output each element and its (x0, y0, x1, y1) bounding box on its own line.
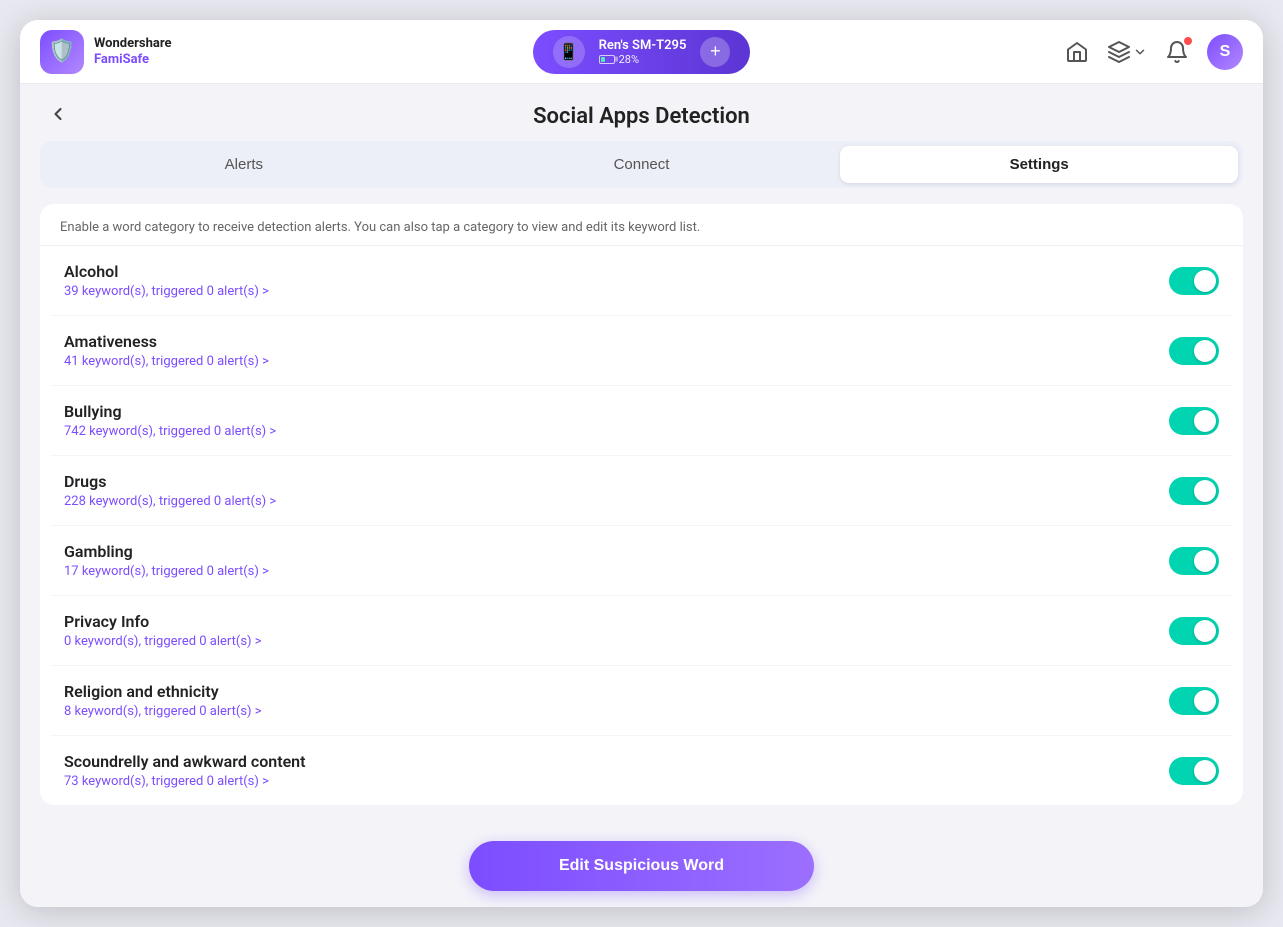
device-info: Ren's SM-T295 28% (599, 38, 687, 66)
categories-list: Alcohol 39 keyword(s), triggered 0 alert… (40, 246, 1243, 805)
category-meta-gambling[interactable]: 17 keyword(s), triggered 0 alert(s) > (64, 564, 269, 579)
category-meta-religion[interactable]: 8 keyword(s), triggered 0 alert(s) > (64, 704, 262, 719)
toggle-gambling[interactable] (1169, 547, 1219, 575)
brand-icon: 🛡️ (40, 30, 84, 74)
add-device-button[interactable]: + (700, 37, 730, 67)
device-battery: 28% (599, 53, 639, 66)
back-button[interactable] (40, 100, 76, 134)
category-name-drugs: Drugs (64, 472, 276, 491)
toggle-bullying[interactable] (1169, 407, 1219, 435)
brand-name: Wondershare (94, 36, 171, 52)
category-name-scoundrelly: Scoundrelly and awkward content (64, 752, 306, 771)
user-avatar-button[interactable]: S (1207, 34, 1243, 70)
category-meta-privacy[interactable]: 0 keyword(s), triggered 0 alert(s) > (64, 634, 262, 649)
device-pill[interactable]: 📱 Ren's SM-T295 28% + (533, 30, 751, 74)
tabs-container: Alerts Connect Settings (40, 141, 1243, 188)
category-info-drugs: Drugs 228 keyword(s), triggered 0 alert(… (64, 472, 276, 509)
category-info-religion: Religion and ethnicity 8 keyword(s), tri… (64, 682, 262, 719)
category-name-amativeness: Amativeness (64, 332, 269, 351)
category-name-bullying: Bullying (64, 402, 276, 421)
battery-level: 28% (619, 53, 639, 66)
category-meta-bullying[interactable]: 742 keyword(s), triggered 0 alert(s) > (64, 424, 276, 439)
device-icon: 📱 (553, 36, 585, 68)
toggle-religion[interactable] (1169, 687, 1219, 715)
bottom-bar: Edit Suspicious Word (20, 825, 1263, 907)
layers-button[interactable] (1107, 40, 1147, 64)
brand: 🛡️ Wondershare FamiSafe (40, 30, 441, 74)
category-info-alcohol: Alcohol 39 keyword(s), triggered 0 alert… (64, 262, 269, 299)
brand-text: Wondershare FamiSafe (94, 36, 171, 67)
page-header: Social Apps Detection (40, 84, 1243, 141)
category-name-alcohol: Alcohol (64, 262, 269, 281)
tab-settings[interactable]: Settings (840, 146, 1238, 183)
category-name-gambling: Gambling (64, 542, 269, 561)
toggle-amativeness[interactable] (1169, 337, 1219, 365)
settings-panel: Enable a word category to receive detect… (40, 204, 1243, 805)
category-meta-scoundrelly[interactable]: 73 keyword(s), triggered 0 alert(s) > (64, 774, 306, 789)
category-info-scoundrelly: Scoundrelly and awkward content 73 keywo… (64, 752, 306, 789)
category-item[interactable]: Bullying 742 keyword(s), triggered 0 ale… (50, 386, 1233, 456)
notification-badge (1184, 37, 1192, 45)
category-info-gambling: Gambling 17 keyword(s), triggered 0 aler… (64, 542, 269, 579)
category-name-religion: Religion and ethnicity (64, 682, 262, 701)
category-meta-amativeness[interactable]: 41 keyword(s), triggered 0 alert(s) > (64, 354, 269, 369)
layers-icon (1107, 40, 1131, 64)
brand-product: FamiSafe (94, 52, 171, 68)
battery-icon (599, 55, 615, 64)
device-name: Ren's SM-T295 (599, 38, 687, 53)
category-info-bullying: Bullying 742 keyword(s), triggered 0 ale… (64, 402, 276, 439)
home-button[interactable] (1065, 40, 1089, 64)
category-item[interactable]: Religion and ethnicity 8 keyword(s), tri… (50, 666, 1233, 736)
category-info-amativeness: Amativeness 41 keyword(s), triggered 0 a… (64, 332, 269, 369)
category-item[interactable]: Alcohol 39 keyword(s), triggered 0 alert… (50, 246, 1233, 316)
category-name-privacy: Privacy Info (64, 612, 262, 631)
navbar-center: 📱 Ren's SM-T295 28% + (441, 30, 842, 74)
category-info-privacy: Privacy Info 0 keyword(s), triggered 0 a… (64, 612, 262, 649)
toggle-privacy[interactable] (1169, 617, 1219, 645)
toggle-scoundrelly[interactable] (1169, 757, 1219, 785)
category-item[interactable]: Amativeness 41 keyword(s), triggered 0 a… (50, 316, 1233, 386)
back-icon (48, 104, 68, 124)
category-item[interactable]: Scoundrelly and awkward content 73 keywo… (50, 736, 1233, 805)
page-title: Social Apps Detection (40, 104, 1243, 129)
toggle-alcohol[interactable] (1169, 267, 1219, 295)
edit-suspicious-word-button[interactable]: Edit Suspicious Word (469, 841, 814, 891)
notifications-button[interactable] (1165, 40, 1189, 64)
navbar: 🛡️ Wondershare FamiSafe 📱 Ren's SM-T295 … (20, 20, 1263, 84)
category-item[interactable]: Drugs 228 keyword(s), triggered 0 alert(… (50, 456, 1233, 526)
navbar-right: S (842, 34, 1243, 70)
main-content: Social Apps Detection Alerts Connect Set… (20, 84, 1263, 825)
category-meta-drugs[interactable]: 228 keyword(s), triggered 0 alert(s) > (64, 494, 276, 509)
toggle-drugs[interactable] (1169, 477, 1219, 505)
category-meta-alcohol[interactable]: 39 keyword(s), triggered 0 alert(s) > (64, 284, 269, 299)
chevron-down-icon (1133, 45, 1147, 59)
category-item[interactable]: Privacy Info 0 keyword(s), triggered 0 a… (50, 596, 1233, 666)
app-window: 🛡️ Wondershare FamiSafe 📱 Ren's SM-T295 … (20, 20, 1263, 907)
settings-description: Enable a word category to receive detect… (40, 204, 1243, 246)
tab-connect[interactable]: Connect (443, 146, 841, 183)
home-icon (1065, 40, 1089, 64)
category-item[interactable]: Gambling 17 keyword(s), triggered 0 aler… (50, 526, 1233, 596)
tab-alerts[interactable]: Alerts (45, 146, 443, 183)
